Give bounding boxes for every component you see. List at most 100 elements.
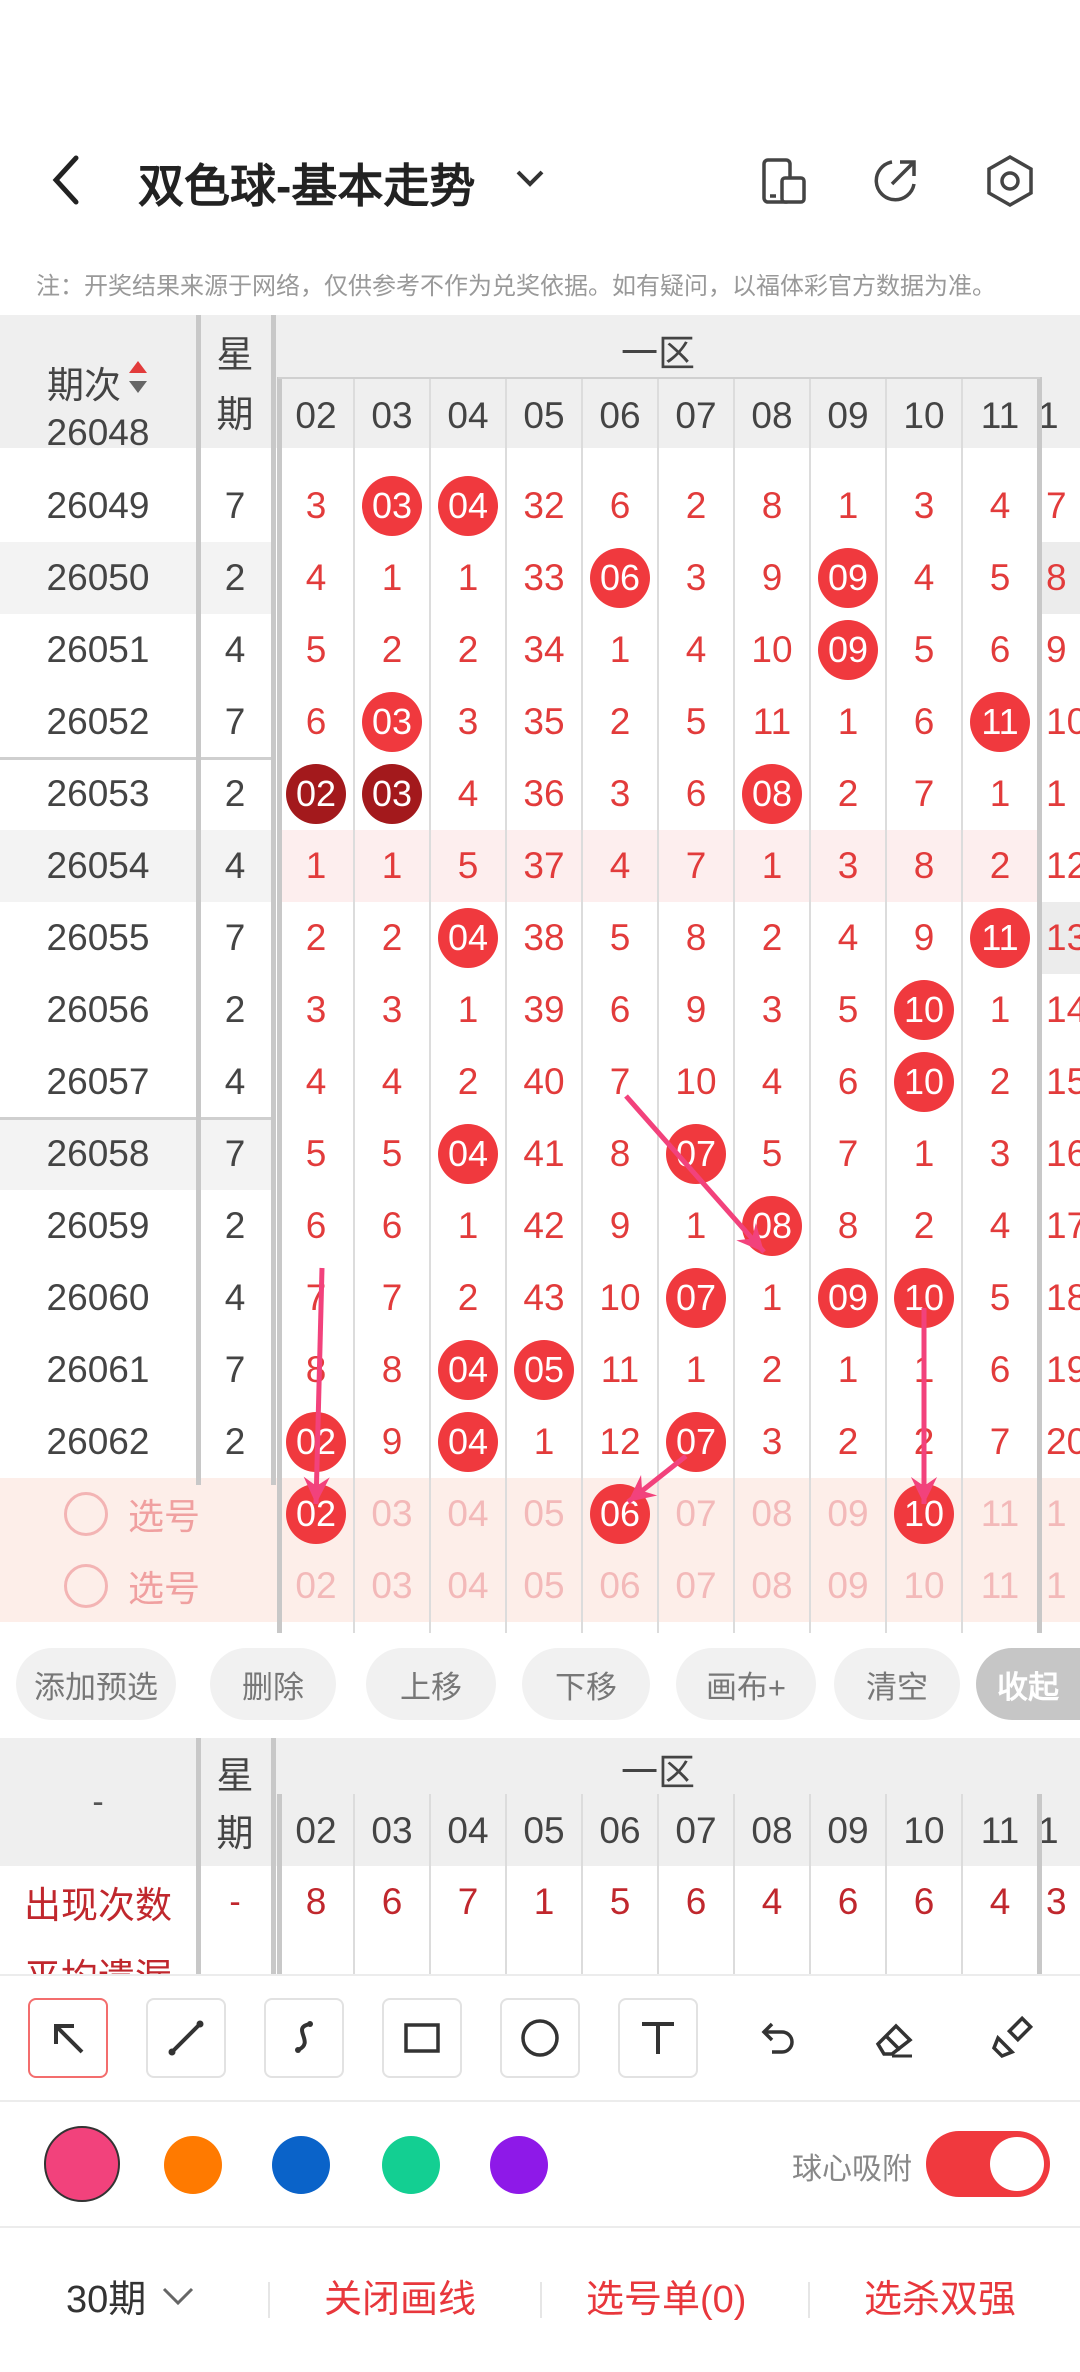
- cell-value: 4: [305, 1061, 327, 1102]
- color-swatch[interactable]: [490, 2136, 548, 2194]
- number-header-07: 07: [675, 395, 717, 436]
- week-cell: 4: [224, 1061, 246, 1102]
- color-swatch[interactable]: [382, 2136, 440, 2194]
- cell-value: 7: [305, 1277, 327, 1318]
- drawing-tool-button[interactable]: [618, 1998, 698, 2078]
- select-number[interactable]: 07: [658, 1478, 734, 1550]
- select-number[interactable]: 10: [886, 1478, 962, 1550]
- cell-value: 7: [609, 1061, 631, 1102]
- cell-value: 5: [457, 845, 479, 886]
- drawing-tool-button[interactable]: [146, 1998, 226, 2078]
- table-cell: 1: [658, 1334, 734, 1406]
- close-lines-button[interactable]: 关闭画线: [324, 2268, 476, 2323]
- select-number[interactable]: 06: [582, 1550, 658, 1622]
- cell-value: 33: [523, 557, 565, 598]
- number-header-05: 05: [523, 395, 565, 436]
- table-cell: 3: [582, 758, 658, 830]
- table-cell: 09: [810, 542, 886, 614]
- action-button[interactable]: 清空: [834, 1648, 960, 1720]
- stats-value: 4: [989, 1881, 1011, 1922]
- week-cell: 4: [224, 629, 246, 670]
- cell-value: 1: [761, 845, 783, 886]
- select-number[interactable]: 02: [278, 1550, 354, 1622]
- table-cell: 8: [582, 1118, 658, 1190]
- period-selector[interactable]: 30期: [66, 2268, 198, 2323]
- layout-button[interactable]: [760, 156, 808, 208]
- table-cell: 04: [430, 470, 506, 542]
- action-button[interactable]: 收起: [976, 1648, 1080, 1720]
- stats-number-header: 03: [371, 1810, 413, 1851]
- select-number[interactable]: 11: [962, 1550, 1038, 1622]
- color-swatch[interactable]: [44, 2126, 120, 2202]
- select-number[interactable]: 08: [734, 1478, 810, 1550]
- drawing-tool-button[interactable]: [28, 1998, 108, 2078]
- table-cell-overflow: 9: [1046, 629, 1067, 670]
- number-ball: 04: [438, 1340, 498, 1400]
- brush-icon: [988, 2014, 1036, 2062]
- table-cell: 36: [506, 758, 582, 830]
- number-ball: 07: [666, 1412, 726, 1472]
- color-swatch[interactable]: [272, 2136, 330, 2194]
- cell-value: 4: [989, 485, 1011, 526]
- select-toggle[interactable]: 选号: [64, 1478, 224, 1550]
- drawing-tool-button[interactable]: [264, 1998, 344, 2078]
- table-cell: 1: [734, 830, 810, 902]
- color-swatch[interactable]: [164, 2136, 222, 2194]
- title-dropdown[interactable]: [510, 158, 550, 198]
- sort-icon: [127, 357, 149, 406]
- table-cell: 3: [658, 542, 734, 614]
- select-number[interactable]: 03: [354, 1478, 430, 1550]
- select-number[interactable]: 05: [506, 1550, 582, 1622]
- table-cell-overflow: 13: [1038, 902, 1080, 974]
- cell-value: 12: [599, 1421, 641, 1462]
- stats-value: 5: [609, 1881, 631, 1922]
- select-number[interactable]: 02: [278, 1478, 354, 1550]
- table-cell: 5: [886, 614, 962, 686]
- select-number[interactable]: 07: [658, 1550, 734, 1622]
- drawing-tool-button[interactable]: [500, 1998, 580, 2078]
- select-number[interactable]: 09: [810, 1478, 886, 1550]
- table-cell: 08: [734, 1190, 810, 1262]
- stats-number-header: 10: [903, 1810, 945, 1851]
- period-cell: 26059: [46, 1205, 150, 1246]
- select-number[interactable]: 04: [430, 1478, 506, 1550]
- cell-value: 10: [675, 1061, 717, 1102]
- action-button[interactable]: 添加预选: [16, 1648, 176, 1720]
- cell-value: 1: [989, 773, 1011, 814]
- number-header-04: 04: [447, 395, 489, 436]
- select-number[interactable]: 10: [886, 1550, 962, 1622]
- select-number[interactable]: 11: [962, 1478, 1038, 1550]
- drawing-tool-button[interactable]: [382, 1998, 462, 2078]
- table-cell: 7: [886, 758, 962, 830]
- undo-icon: [752, 2014, 800, 2062]
- period-cell: 26050: [46, 557, 150, 598]
- select-number[interactable]: 06: [582, 1478, 658, 1550]
- drawing-tool-button[interactable]: [972, 1998, 1052, 2078]
- number-ball: 03: [362, 764, 422, 824]
- selection-list-button[interactable]: 选号单(0): [586, 2268, 746, 2323]
- drawing-tool-button[interactable]: [854, 1998, 934, 2078]
- select-toggle[interactable]: 选号: [64, 1550, 224, 1622]
- select-number[interactable]: 08: [734, 1550, 810, 1622]
- select-number[interactable]: 05: [506, 1478, 582, 1550]
- action-button[interactable]: 画布+: [676, 1648, 816, 1720]
- select-number-partial: 1: [1046, 1493, 1067, 1534]
- back-button[interactable]: [46, 150, 90, 210]
- pick-strong-button[interactable]: 选杀双强: [864, 2268, 1016, 2323]
- drawing-tool-button[interactable]: [736, 1998, 816, 2078]
- share-button[interactable]: [870, 156, 920, 206]
- chevron-down-icon: [516, 170, 544, 187]
- action-button[interactable]: 删除: [210, 1648, 336, 1720]
- table-cell: 1: [506, 1406, 582, 1478]
- column-divider: [271, 315, 276, 1485]
- action-button[interactable]: 上移: [366, 1648, 496, 1720]
- cell-value: 8: [305, 1349, 327, 1390]
- select-number[interactable]: 09: [810, 1550, 886, 1622]
- action-button[interactable]: 下移: [522, 1648, 650, 1720]
- table-cell: 7: [962, 1406, 1038, 1478]
- column-divider: [581, 377, 583, 1633]
- select-number[interactable]: 03: [354, 1550, 430, 1622]
- snap-toggle[interactable]: [926, 2131, 1050, 2197]
- settings-button[interactable]: [984, 154, 1036, 208]
- select-number[interactable]: 04: [430, 1550, 506, 1622]
